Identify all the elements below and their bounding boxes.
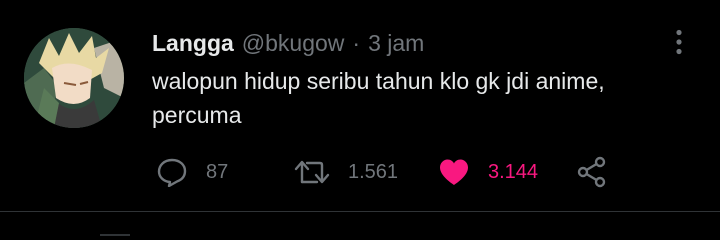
more-vertical-icon xyxy=(676,29,682,55)
retweet-count: 1.561 xyxy=(348,160,399,183)
like-count: 3.144 xyxy=(488,160,539,183)
more-options-button[interactable] xyxy=(666,26,692,58)
author-name[interactable]: Langga xyxy=(152,30,234,57)
reply-icon xyxy=(157,158,187,187)
reply-button[interactable]: 87 xyxy=(156,150,228,194)
tweet-header: Langga @bkugow · 3 jam xyxy=(152,28,424,58)
tweet-text-line: percuma xyxy=(152,102,242,128)
tweet-divider xyxy=(0,211,720,212)
separator-dot: · xyxy=(352,29,361,56)
reply-count: 87 xyxy=(206,160,229,183)
retweet-button[interactable]: 1.561 xyxy=(294,150,398,194)
author-handle[interactable]: @bkugow xyxy=(242,30,345,57)
retweet-icon xyxy=(294,160,330,184)
next-tweet-edge xyxy=(100,234,130,236)
tweet-timestamp[interactable]: 3 jam xyxy=(368,30,424,57)
tweet-text: walopun hidup seribu tahun klo gk jdi an… xyxy=(152,64,692,132)
like-button[interactable]: 3.144 xyxy=(438,150,538,194)
tweet-card[interactable]: Langga @bkugow · 3 jam walopun hidup ser… xyxy=(0,0,720,212)
heart-icon xyxy=(440,159,468,185)
share-icon xyxy=(577,156,606,188)
tweet-text-line: walopun hidup seribu tahun klo gk jdi an… xyxy=(152,68,605,94)
avatar[interactable] xyxy=(24,28,124,128)
share-button[interactable] xyxy=(576,150,608,194)
action-bar: 87 1.561 3.144 xyxy=(150,150,620,194)
